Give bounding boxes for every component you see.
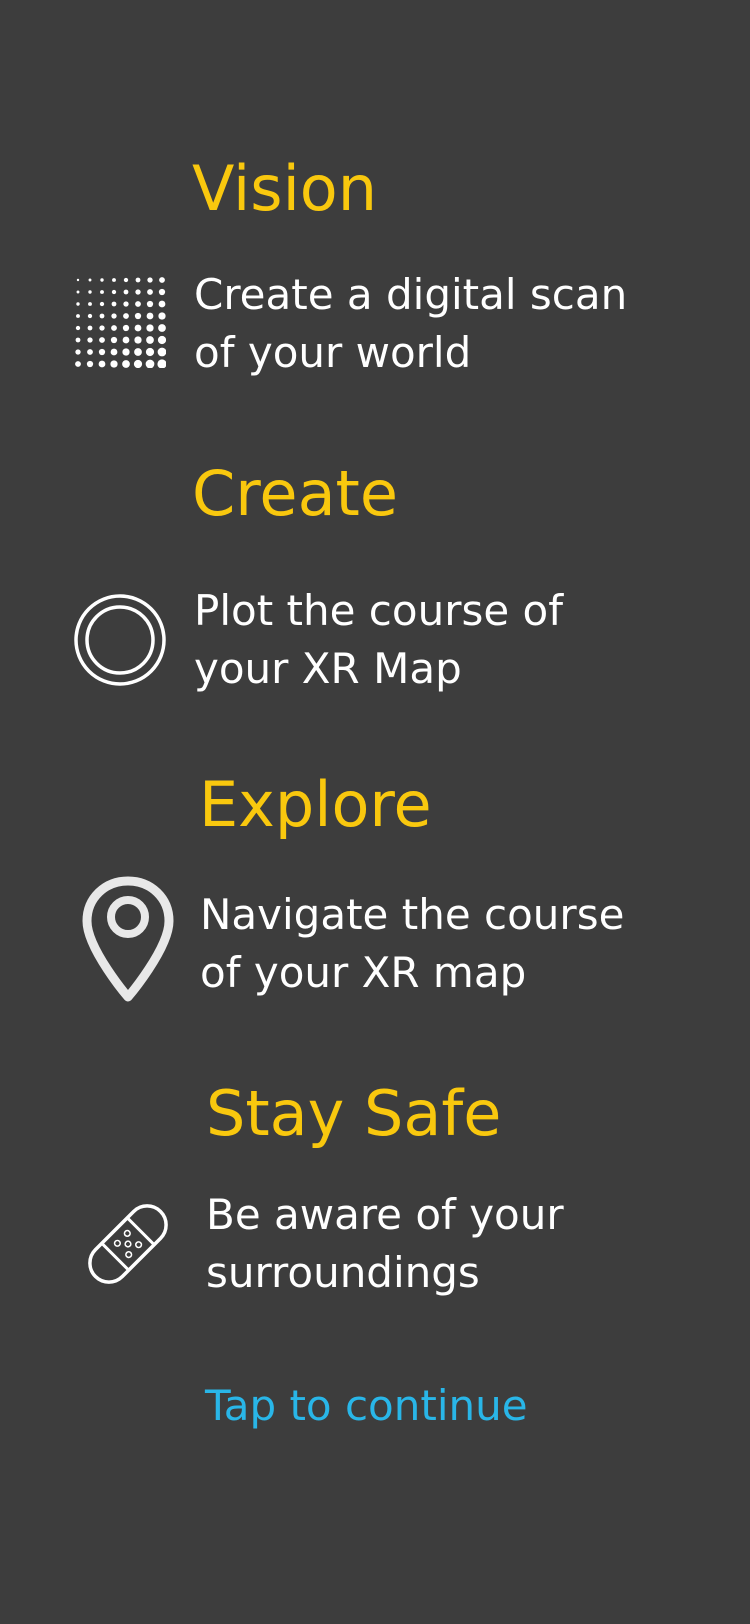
dot: [76, 290, 80, 294]
section-description: Plot the course of your XR Map: [194, 586, 564, 693]
dot: [87, 349, 93, 355]
dot: [146, 324, 154, 332]
dot: [75, 349, 81, 355]
dot: [87, 313, 93, 319]
map-pin-icon: [82, 876, 174, 1002]
dot: [111, 325, 117, 331]
dot: [99, 337, 105, 343]
onboarding-screen: Vision Create a digital scan of your wor…: [0, 0, 750, 1624]
section-title: Vision: [192, 152, 378, 225]
dot: [75, 361, 81, 367]
dot: [110, 360, 118, 368]
dot: [123, 289, 129, 295]
dot: [134, 324, 142, 332]
dot: [157, 347, 166, 357]
dot: [158, 300, 166, 308]
dot: [99, 325, 105, 331]
dot: [147, 277, 153, 283]
dot: [123, 301, 129, 307]
double-circle-icon: [74, 594, 166, 686]
section-description: Be aware of your surroundings: [206, 1190, 564, 1297]
section-title: Explore: [199, 768, 432, 841]
dot: [123, 313, 129, 319]
dot: [157, 359, 166, 368]
dot: [87, 325, 93, 331]
section-title: Stay Safe: [206, 1077, 502, 1150]
dot: [122, 360, 130, 368]
dot: [133, 359, 143, 368]
dot: [76, 278, 80, 282]
dot: [100, 278, 104, 282]
dot: [157, 335, 166, 345]
dot: [111, 289, 117, 295]
dot: [147, 289, 153, 295]
dot: [123, 277, 129, 283]
dot: [99, 301, 105, 307]
dot: [134, 336, 142, 344]
dot: [158, 312, 166, 320]
section-description: Navigate the course of your XR map: [200, 890, 625, 997]
dot: [98, 348, 106, 356]
dot: [135, 301, 141, 307]
dot: [134, 312, 142, 320]
dot: [146, 336, 154, 344]
dot: [145, 359, 155, 368]
dot: [135, 289, 141, 295]
dot: [75, 337, 81, 343]
dot: [146, 312, 154, 320]
dot: [87, 337, 93, 343]
dot: [146, 300, 154, 308]
dot: [100, 290, 104, 294]
dot: [122, 348, 130, 356]
dot: [111, 313, 117, 319]
tap-to-continue-button[interactable]: Tap to continue: [205, 1385, 528, 1427]
dot: [122, 324, 130, 332]
dot: [134, 348, 142, 356]
dot: [111, 301, 117, 307]
dot: [76, 302, 80, 306]
dot: [135, 277, 141, 283]
dot: [88, 290, 92, 294]
dot: [158, 324, 166, 332]
dot: [88, 302, 92, 306]
dot: [158, 288, 166, 296]
section-title: Create: [192, 457, 399, 530]
dot: [99, 313, 105, 319]
dot: [88, 278, 92, 282]
dot: [112, 278, 116, 282]
dot: [75, 325, 81, 331]
dot: [145, 347, 155, 357]
bandage-icon: [88, 1204, 168, 1284]
dot: [86, 360, 94, 368]
dot: [76, 314, 80, 318]
dot-grid-icon: [75, 277, 166, 368]
dot: [122, 336, 130, 344]
dot: [110, 348, 118, 356]
section-description: Create a digital scan of your world: [194, 270, 628, 377]
dot: [159, 277, 165, 283]
dot: [98, 360, 106, 368]
dot: [110, 336, 118, 344]
